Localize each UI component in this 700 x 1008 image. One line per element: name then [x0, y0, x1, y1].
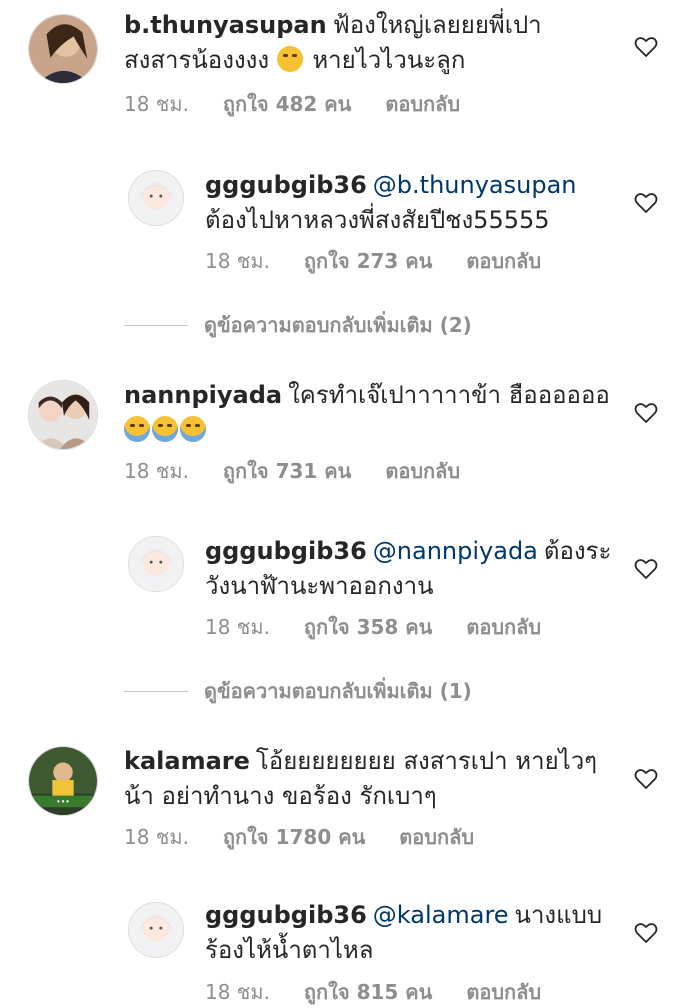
comment-likes[interactable]: ถูกใจ 731 คน	[223, 459, 351, 483]
comment-time: 18 ชม.	[205, 615, 270, 639]
comment-meta: 18 ชม. ถูกใจ 731 คน ตอบกลับ	[124, 455, 494, 487]
comment-meta: 18 ชม. ถูกใจ 815 คน ตอบกลับ	[205, 976, 575, 1008]
reply-button[interactable]: ตอบกลับ	[466, 615, 541, 639]
comment-username[interactable]: kalamare	[124, 747, 250, 775]
comment-username[interactable]: gggubgib36	[205, 901, 367, 929]
svg-text:•••: •••	[56, 797, 70, 806]
heart-outline-icon[interactable]	[634, 192, 658, 214]
reply-item: gggubgib36 @b.thunyasupan ต้องไปหาหลวงพี่…	[0, 160, 700, 290]
crying-face-emoji-icon	[152, 416, 178, 442]
reply-item: gggubgib36 @kalamare นางแบบ ร้องไห้น้ำตาไห…	[0, 894, 700, 1004]
view-more-replies[interactable]: ดูข้อความตอบกลับเพิ่มเติม (2)	[124, 310, 472, 340]
avatar[interactable]: •••	[28, 746, 98, 816]
mention-link[interactable]: @kalamare	[373, 901, 509, 929]
comment-meta: 18 ชม. ถูกใจ 273 คน ตอบกลับ	[205, 245, 575, 277]
comment-text: gggubgib36 @b.thunyasupan ต้องไปหาหลวงพี่…	[205, 168, 625, 238]
comment-likes[interactable]: ถูกใจ 482 คน	[223, 92, 351, 116]
heart-outline-icon[interactable]	[634, 402, 658, 424]
comment-time: 18 ชม.	[205, 249, 270, 273]
comment-time: 18 ชม.	[124, 825, 189, 849]
comment-text: nannpiyada ใครทำเจ๊เปาาาาาข้า ฮืออออออ	[124, 378, 644, 448]
avatar[interactable]	[128, 170, 184, 226]
reply-button[interactable]: ตอบกลับ	[385, 92, 460, 116]
comment-meta: 18 ชม. ถูกใจ 482 คน ตอบกลับ	[124, 88, 494, 120]
comment-likes[interactable]: ถูกใจ 358 คน	[304, 615, 432, 639]
crying-face-emoji-icon	[124, 416, 150, 442]
heart-outline-icon[interactable]	[634, 768, 658, 790]
comment-item: ••• kalamare โอ้ยยยยยยยย สงสารเปา หายไวๆ …	[0, 738, 700, 868]
comment-username[interactable]: b.thunyasupan	[124, 11, 327, 39]
comment-username[interactable]: gggubgib36	[205, 171, 367, 199]
comment-body: ต้องไปหาหลวงพี่สงสัยปีชง55555	[205, 206, 550, 234]
comment-item: b.thunyasupan ฟ้องใหญ่เลยยยพี่เปา สงสารน้…	[0, 0, 700, 130]
reply-button[interactable]: ตอบกลับ	[466, 249, 541, 273]
comment-likes[interactable]: ถูกใจ 815 คน	[304, 980, 432, 1004]
comment-body: ต้องระ	[543, 537, 612, 565]
comment-body: ใครทำเจ๊เปาาาาาข้า ฮืออออออ	[288, 381, 610, 409]
comment-likes[interactable]: ถูกใจ 273 คน	[304, 249, 432, 273]
mention-link[interactable]: @b.thunyasupan	[373, 171, 577, 199]
comment-body: นางแบบ	[514, 901, 603, 929]
comment-text: gggubgib36 @nannpiyada ต้องระ วังนาฬ้านะพา…	[205, 534, 625, 604]
pleading-face-emoji-icon	[276, 46, 303, 72]
mention-link[interactable]: @nannpiyada	[373, 537, 538, 565]
reply-button[interactable]: ตอบกลับ	[385, 459, 460, 483]
view-more-replies[interactable]: ดูข้อความตอบกลับเพิ่มเติม (1)	[124, 676, 472, 706]
avatar[interactable]	[28, 14, 98, 84]
comment-meta: 18 ชม. ถูกใจ 1780 คน ตอบกลับ	[124, 821, 508, 853]
reply-item: gggubgib36 @nannpiyada ต้องระ วังนาฬ้านะพา…	[0, 528, 700, 658]
reply-button[interactable]: ตอบกลับ	[399, 825, 474, 849]
comment-body: ฟ้องใหญ่เลยยยพี่เปา	[332, 11, 542, 39]
comment-text: b.thunyasupan ฟ้องใหญ่เลยยยพี่เปา สงสารน้…	[124, 8, 644, 78]
comment-text: kalamare โอ้ยยยยยยยย สงสารเปา หายไวๆ น้า …	[124, 744, 644, 814]
view-more-replies-label[interactable]: ดูข้อความตอบกลับเพิ่มเติม (1)	[204, 675, 472, 707]
avatar[interactable]	[28, 380, 98, 450]
reply-button[interactable]: ตอบกลับ	[466, 980, 541, 1004]
comment-likes[interactable]: ถูกใจ 1780 คน	[223, 825, 365, 849]
comment-body: โอ้ยยยยยยยย สงสารเปา หายไวๆ	[255, 747, 598, 775]
comment-time: 18 ชม.	[124, 92, 189, 116]
comment-time: 18 ชม.	[124, 459, 189, 483]
comment-body: น้า อย่าทำนาง ขอร้อง รักเบาๆ	[124, 782, 437, 810]
divider-line	[124, 690, 188, 692]
comment-username[interactable]: gggubgib36	[205, 537, 367, 565]
comment-meta: 18 ชม. ถูกใจ 358 คน ตอบกลับ	[205, 611, 575, 643]
comment-body: หายไวไวนะลูก	[312, 46, 466, 74]
comment-item: nannpiyada ใครทำเจ๊เปาาาาาข้า ฮืออออออ 18…	[0, 372, 700, 502]
avatar[interactable]	[128, 902, 184, 958]
divider-line	[124, 324, 188, 326]
heart-outline-icon[interactable]	[634, 558, 658, 580]
avatar[interactable]	[128, 536, 184, 592]
comment-body: วังนาฬ้านะพาออกงาน	[205, 572, 434, 600]
heart-outline-icon[interactable]	[634, 36, 658, 58]
crying-face-emoji-icon	[180, 416, 206, 442]
comment-body: สงสารน้องงงง	[124, 46, 270, 74]
comment-username[interactable]: nannpiyada	[124, 381, 282, 409]
view-more-replies-label[interactable]: ดูข้อความตอบกลับเพิ่มเติม (2)	[204, 309, 472, 341]
comment-text: gggubgib36 @kalamare นางแบบ ร้องไห้น้ำตาไห…	[205, 898, 625, 968]
heart-outline-icon[interactable]	[634, 922, 658, 944]
comment-body: ร้องไห้น้ำตาไหล	[205, 936, 374, 964]
comment-time: 18 ชม.	[205, 980, 270, 1004]
